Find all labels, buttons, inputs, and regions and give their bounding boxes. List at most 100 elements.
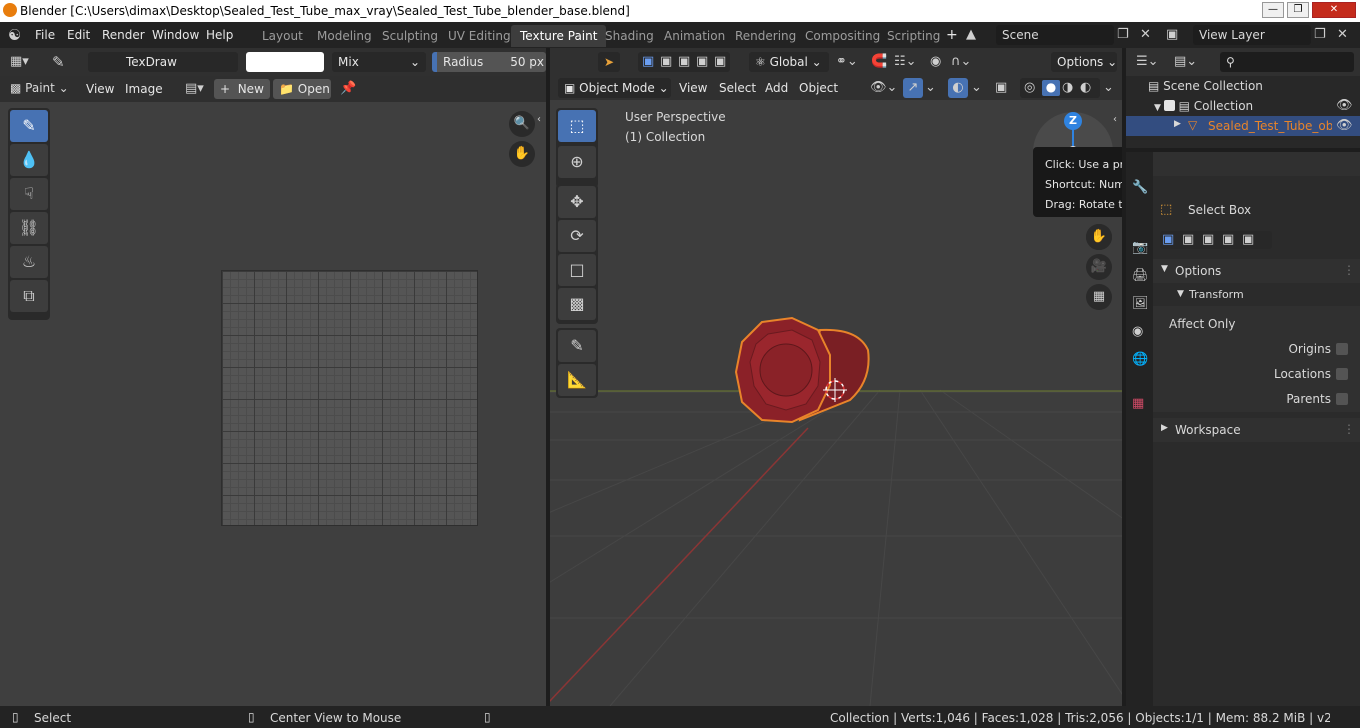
viewport-menu-object[interactable]: Object bbox=[799, 81, 838, 95]
tab-rendering[interactable]: Rendering bbox=[726, 25, 805, 47]
drag-handle-icon[interactable]: ⋮⋮ bbox=[1343, 263, 1360, 277]
select-subtract-icon[interactable]: ▣ bbox=[678, 54, 690, 69]
tab-animation[interactable]: Animation bbox=[655, 25, 734, 47]
snap-icon[interactable]: 🧲 bbox=[871, 54, 887, 69]
new-image-button[interactable]: + New bbox=[214, 79, 270, 99]
visibility-icon[interactable]: 👁⌄ bbox=[870, 80, 897, 95]
xray-icon[interactable]: ▣ bbox=[995, 80, 1007, 95]
blender-menu-icon[interactable]: ☯ bbox=[8, 26, 21, 44]
select-box-tool-icon[interactable]: ⬚ bbox=[558, 110, 596, 142]
sealed-test-tube-object[interactable] bbox=[730, 310, 880, 440]
restore-button[interactable]: ❐ bbox=[1287, 2, 1309, 18]
options-dropdown[interactable]: Options ⌄ bbox=[1051, 52, 1117, 72]
fill-tool-icon[interactable]: ♨ bbox=[10, 246, 48, 278]
workspace-drag-handle-icon[interactable]: ⋮⋮ bbox=[1343, 422, 1360, 436]
overlays-dropdown-icon[interactable]: ⌄ bbox=[971, 80, 982, 95]
close-button[interactable]: ✕ bbox=[1312, 2, 1356, 18]
select-new-icon[interactable]: ▣ bbox=[642, 54, 654, 69]
editor-type-icon[interactable]: ▦▾ bbox=[10, 54, 29, 69]
3d-cursor-icon[interactable] bbox=[823, 378, 847, 402]
image-menu-image[interactable]: Image bbox=[125, 82, 163, 96]
ortho-toggle-icon[interactable]: ▦ bbox=[1086, 284, 1112, 310]
scene-name-field[interactable]: Scene bbox=[996, 25, 1114, 45]
mode-invert-icon[interactable]: ▣ bbox=[1222, 232, 1234, 247]
soften-tool-icon[interactable]: 💧 bbox=[10, 144, 48, 176]
view-layer-tab-icon[interactable]: 🖼 bbox=[1132, 296, 1149, 311]
brush-icon[interactable]: ✎ bbox=[52, 53, 65, 71]
world-tab-icon[interactable]: 🌐 bbox=[1132, 352, 1148, 367]
zoom-icon[interactable]: 🔍 bbox=[509, 111, 535, 137]
proportional-edit-icon[interactable]: ◉ bbox=[930, 54, 941, 69]
camera-view-icon[interactable]: 🎥 bbox=[1086, 254, 1112, 280]
viewport-menu-select[interactable]: Select bbox=[719, 81, 756, 95]
select-extend-icon[interactable]: ▣ bbox=[660, 54, 672, 69]
open-image-button[interactable]: 📁 Open bbox=[273, 79, 331, 99]
transform-orientation-dropdown[interactable]: ⚛ Global ⌄ bbox=[749, 52, 829, 72]
mode-extend-icon[interactable]: ▣ bbox=[1182, 232, 1194, 247]
options-panel-header[interactable]: ▼ Options ⋮⋮ bbox=[1153, 259, 1360, 283]
output-tab-icon[interactable]: 🖨 bbox=[1132, 268, 1149, 283]
scene-icon[interactable]: ▲ bbox=[966, 27, 976, 42]
viewport-menu-view[interactable]: View bbox=[679, 81, 707, 95]
shading-dropdown-icon[interactable]: ⌄ bbox=[1103, 80, 1114, 95]
wireframe-shading-icon[interactable]: ◎ bbox=[1024, 80, 1035, 95]
gizmo-toggle-icon[interactable]: ↗ bbox=[903, 78, 923, 98]
menu-window[interactable]: Window bbox=[152, 28, 199, 42]
menu-render[interactable]: Render bbox=[102, 28, 145, 42]
mode-new-icon[interactable]: ▣ bbox=[1162, 232, 1174, 247]
transform-tool-icon[interactable]: ▩ bbox=[558, 288, 596, 320]
outliner-editor-icon[interactable]: ☰⌄ bbox=[1136, 54, 1159, 69]
select-intersect-icon[interactable]: ▣ bbox=[714, 54, 726, 69]
outliner-search-input[interactable]: ⚲ bbox=[1220, 52, 1354, 72]
scene-tab-icon[interactable]: ◉ bbox=[1132, 324, 1143, 339]
image-browse-icon[interactable]: ▤▾ bbox=[185, 81, 204, 96]
origins-checkbox[interactable] bbox=[1336, 343, 1348, 355]
rendered-shading-icon[interactable]: ◐ bbox=[1080, 80, 1091, 95]
brush-color-swatch[interactable] bbox=[246, 52, 324, 72]
tab-scripting[interactable]: Scripting bbox=[878, 25, 949, 47]
smear-tool-icon[interactable]: ☟ bbox=[10, 178, 48, 210]
radius-slider[interactable]: Radius 50 px bbox=[432, 52, 546, 72]
scale-tool-icon[interactable]: □ bbox=[558, 254, 596, 286]
gizmo-dropdown-icon[interactable]: ⌄ bbox=[925, 80, 936, 95]
mask-tool-icon[interactable]: ⧉ bbox=[10, 280, 48, 312]
mode-intersect-icon[interactable]: ▣ bbox=[1242, 232, 1254, 247]
tab-layout[interactable]: Layout bbox=[253, 25, 312, 47]
uv-grid-canvas[interactable] bbox=[221, 270, 478, 526]
outliner-collection-row[interactable]: ▼ ▤ Collection bbox=[1154, 99, 1253, 113]
material-shading-icon[interactable]: ◑ bbox=[1062, 80, 1073, 95]
pivot-icon[interactable]: ⚭⌄ bbox=[836, 54, 858, 69]
rotate-tool-icon[interactable]: ⟳ bbox=[558, 220, 596, 252]
measure-tool-icon[interactable]: 📐 bbox=[558, 364, 596, 396]
transform-subpanel-header[interactable]: ▼ Transform bbox=[1153, 284, 1360, 306]
z-axis-handle[interactable]: Z bbox=[1064, 112, 1082, 130]
object-eye-icon[interactable]: 👁 bbox=[1336, 118, 1353, 133]
tab-texture-paint[interactable]: Texture Paint bbox=[511, 25, 607, 47]
viewport-menu-add[interactable]: Add bbox=[765, 81, 788, 95]
pan-hand-icon[interactable]: ✋ bbox=[509, 141, 535, 167]
delete-view-layer-icon[interactable]: ✕ bbox=[1337, 27, 1348, 42]
parents-checkbox[interactable] bbox=[1336, 393, 1348, 405]
tab-modeling[interactable]: Modeling bbox=[308, 25, 381, 47]
view-layer-icon[interactable]: ▣ bbox=[1166, 27, 1178, 42]
pin-icon[interactable]: 📌 bbox=[340, 81, 356, 96]
clone-tool-icon[interactable]: ⛓ bbox=[10, 212, 48, 244]
falloff-icon[interactable]: ∩⌄ bbox=[951, 54, 971, 69]
new-scene-icon[interactable]: ❐ bbox=[1117, 27, 1129, 42]
object-mode-dropdown[interactable]: ▣ Object Mode ⌄ bbox=[558, 78, 671, 98]
menu-edit[interactable]: Edit bbox=[67, 28, 90, 42]
new-view-layer-icon[interactable]: ❐ bbox=[1314, 27, 1326, 42]
menu-file[interactable]: File bbox=[35, 28, 55, 42]
tool-tab-icon[interactable]: 🔧 bbox=[1132, 180, 1148, 195]
outliner-scene-collection[interactable]: ▤ Scene Collection bbox=[1148, 79, 1263, 93]
tab-shading[interactable]: Shading bbox=[596, 25, 663, 47]
outliner-object-row[interactable]: ▶ ▽ Sealed_Test_Tube_obj_ba 👁 bbox=[1126, 116, 1360, 136]
texture-tab-icon[interactable]: ▦ bbox=[1132, 396, 1144, 411]
cursor-tool-icon[interactable]: ⊕ bbox=[558, 146, 596, 178]
view-layer-field[interactable]: View Layer bbox=[1193, 25, 1311, 45]
blend-mode-dropdown[interactable]: Mix ⌄ bbox=[332, 52, 426, 72]
solid-shading-icon[interactable]: ● bbox=[1042, 80, 1060, 96]
mode-subtract-icon[interactable]: ▣ bbox=[1202, 232, 1214, 247]
tab-uv-editing[interactable]: UV Editing bbox=[439, 25, 520, 47]
add-workspace-button[interactable]: + bbox=[946, 27, 958, 43]
